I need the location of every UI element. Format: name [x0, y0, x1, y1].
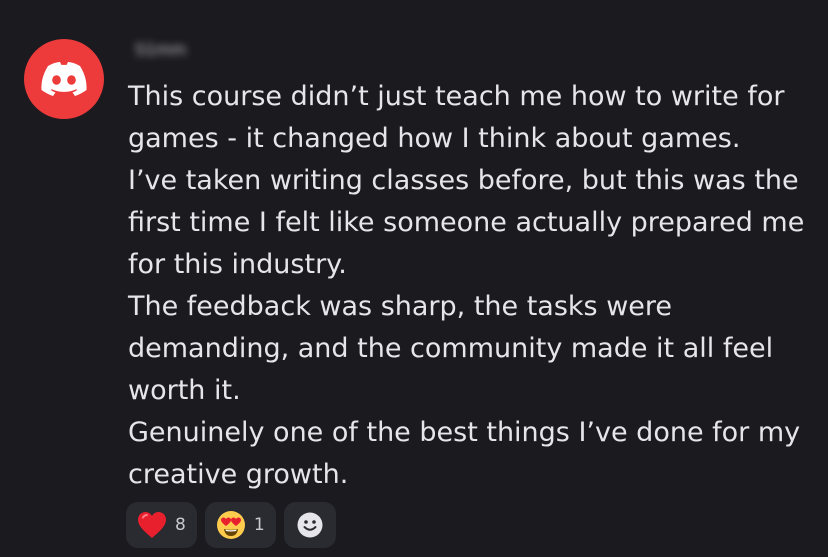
message-line: worth it. — [128, 375, 241, 406]
message-line: I’ve taken writing classes before, but t… — [128, 165, 799, 196]
username[interactable]: S1mm — [131, 38, 191, 62]
message-line: This course didn’t just teach me how to … — [128, 81, 785, 112]
heart-eyes-face-icon — [216, 510, 246, 540]
reaction-heart[interactable]: 8 — [126, 502, 197, 548]
message-line: for this industry. — [128, 249, 347, 280]
discord-logo-icon — [41, 62, 87, 96]
reactions-bar: 8 1 — [126, 502, 336, 548]
red-heart-icon — [137, 511, 167, 539]
message-line: first time I felt like someone actually … — [128, 207, 805, 238]
avatar[interactable] — [24, 39, 104, 119]
reaction-count: 1 — [253, 514, 265, 535]
reaction-count: 8 — [175, 514, 186, 535]
chat-message: S1mm This course didn’t just teach me ho… — [0, 0, 828, 557]
message-line: The feedback was sharp, the tasks were — [128, 291, 673, 322]
add-reaction-button[interactable] — [283, 502, 336, 548]
message-line: games - it changed how I think about gam… — [128, 123, 741, 154]
message-line: Genuinely one of the best things I’ve do… — [128, 417, 801, 448]
add-reaction-smiley-icon — [296, 511, 324, 539]
message-content: This course didn’t just teach me how to … — [128, 76, 818, 496]
message-line: creative growth. — [128, 459, 349, 490]
reaction-heart-eyes[interactable]: 1 — [204, 502, 276, 548]
message-line: demanding, and the community made it all… — [128, 333, 774, 364]
